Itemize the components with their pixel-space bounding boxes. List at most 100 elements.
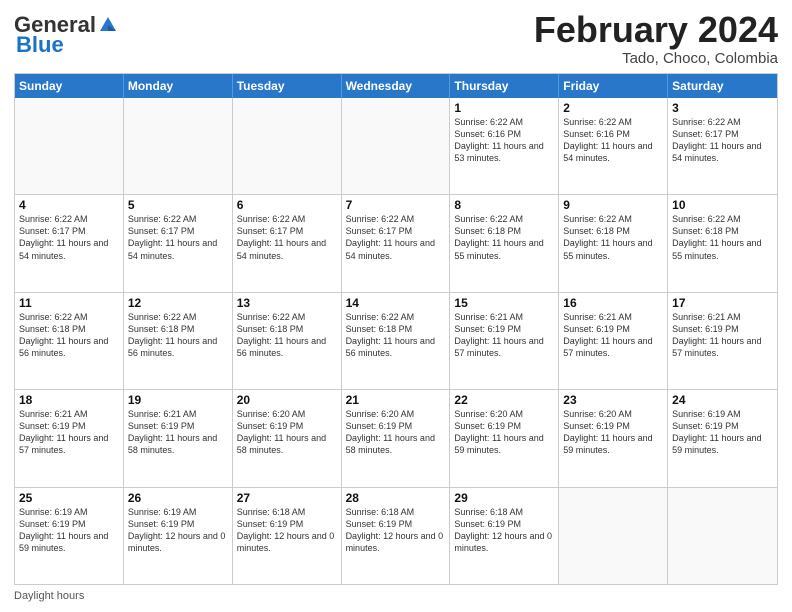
weekday-header: Saturday [668,74,777,98]
calendar-cell: 3Sunrise: 6:22 AM Sunset: 6:17 PM Daylig… [668,98,777,194]
calendar-cell [668,488,777,584]
calendar-cell [559,488,668,584]
calendar-cell: 11Sunrise: 6:22 AM Sunset: 6:18 PM Dayli… [15,293,124,389]
day-info: Sunrise: 6:18 AM Sunset: 6:19 PM Dayligh… [237,506,337,555]
title-area: February 2024 Tado, Choco, Colombia [534,10,778,67]
calendar-cell [342,98,451,194]
weekday-header: Monday [124,74,233,98]
day-info: Sunrise: 6:21 AM Sunset: 6:19 PM Dayligh… [128,408,228,457]
calendar-cell: 10Sunrise: 6:22 AM Sunset: 6:18 PM Dayli… [668,195,777,291]
day-number: 9 [563,198,663,212]
day-info: Sunrise: 6:22 AM Sunset: 6:18 PM Dayligh… [128,311,228,360]
day-number: 7 [346,198,446,212]
calendar-cell: 7Sunrise: 6:22 AM Sunset: 6:17 PM Daylig… [342,195,451,291]
calendar-cell: 16Sunrise: 6:21 AM Sunset: 6:19 PM Dayli… [559,293,668,389]
day-info: Sunrise: 6:20 AM Sunset: 6:19 PM Dayligh… [237,408,337,457]
calendar-cell [233,98,342,194]
calendar-cell: 20Sunrise: 6:20 AM Sunset: 6:19 PM Dayli… [233,390,342,486]
calendar-cell: 29Sunrise: 6:18 AM Sunset: 6:19 PM Dayli… [450,488,559,584]
daylight-label: Daylight hours [14,590,84,602]
logo-blue: Blue [16,34,64,56]
location: Tado, Choco, Colombia [534,50,778,67]
calendar-row: 4Sunrise: 6:22 AM Sunset: 6:17 PM Daylig… [15,194,777,291]
day-number: 10 [672,198,773,212]
calendar: SundayMondayTuesdayWednesdayThursdayFrid… [14,73,778,585]
day-number: 24 [672,393,773,407]
calendar-cell: 4Sunrise: 6:22 AM Sunset: 6:17 PM Daylig… [15,195,124,291]
calendar-cell: 23Sunrise: 6:20 AM Sunset: 6:19 PM Dayli… [559,390,668,486]
month-title: February 2024 [534,10,778,50]
calendar-cell: 13Sunrise: 6:22 AM Sunset: 6:18 PM Dayli… [233,293,342,389]
day-number: 13 [237,296,337,310]
day-info: Sunrise: 6:20 AM Sunset: 6:19 PM Dayligh… [454,408,554,457]
day-info: Sunrise: 6:22 AM Sunset: 6:17 PM Dayligh… [128,213,228,262]
calendar-cell: 18Sunrise: 6:21 AM Sunset: 6:19 PM Dayli… [15,390,124,486]
calendar-header: SundayMondayTuesdayWednesdayThursdayFrid… [15,74,777,98]
day-info: Sunrise: 6:22 AM Sunset: 6:18 PM Dayligh… [454,213,554,262]
day-number: 16 [563,296,663,310]
day-number: 19 [128,393,228,407]
calendar-cell [15,98,124,194]
calendar-cell: 21Sunrise: 6:20 AM Sunset: 6:19 PM Dayli… [342,390,451,486]
day-info: Sunrise: 6:19 AM Sunset: 6:19 PM Dayligh… [672,408,773,457]
day-info: Sunrise: 6:18 AM Sunset: 6:19 PM Dayligh… [454,506,554,555]
day-info: Sunrise: 6:21 AM Sunset: 6:19 PM Dayligh… [19,408,119,457]
day-info: Sunrise: 6:21 AM Sunset: 6:19 PM Dayligh… [563,311,663,360]
calendar-cell: 28Sunrise: 6:18 AM Sunset: 6:19 PM Dayli… [342,488,451,584]
calendar-cell [124,98,233,194]
calendar-cell: 24Sunrise: 6:19 AM Sunset: 6:19 PM Dayli… [668,390,777,486]
calendar-cell: 12Sunrise: 6:22 AM Sunset: 6:18 PM Dayli… [124,293,233,389]
weekday-header: Tuesday [233,74,342,98]
weekday-header: Wednesday [342,74,451,98]
day-number: 3 [672,101,773,115]
day-number: 18 [19,393,119,407]
calendar-cell: 5Sunrise: 6:22 AM Sunset: 6:17 PM Daylig… [124,195,233,291]
calendar-cell: 25Sunrise: 6:19 AM Sunset: 6:19 PM Dayli… [15,488,124,584]
day-info: Sunrise: 6:19 AM Sunset: 6:19 PM Dayligh… [128,506,228,555]
day-info: Sunrise: 6:22 AM Sunset: 6:17 PM Dayligh… [19,213,119,262]
calendar-cell: 9Sunrise: 6:22 AM Sunset: 6:18 PM Daylig… [559,195,668,291]
day-info: Sunrise: 6:22 AM Sunset: 6:17 PM Dayligh… [237,213,337,262]
day-info: Sunrise: 6:22 AM Sunset: 6:18 PM Dayligh… [563,213,663,262]
calendar-cell: 8Sunrise: 6:22 AM Sunset: 6:18 PM Daylig… [450,195,559,291]
day-number: 12 [128,296,228,310]
calendar-row: 11Sunrise: 6:22 AM Sunset: 6:18 PM Dayli… [15,292,777,389]
day-number: 2 [563,101,663,115]
calendar-cell: 6Sunrise: 6:22 AM Sunset: 6:17 PM Daylig… [233,195,342,291]
day-info: Sunrise: 6:20 AM Sunset: 6:19 PM Dayligh… [563,408,663,457]
weekday-header: Thursday [450,74,559,98]
calendar-cell: 14Sunrise: 6:22 AM Sunset: 6:18 PM Dayli… [342,293,451,389]
day-number: 26 [128,491,228,505]
weekday-header: Sunday [15,74,124,98]
logo: General Blue [14,14,118,56]
day-number: 20 [237,393,337,407]
footer: Daylight hours [14,590,778,602]
day-number: 8 [454,198,554,212]
day-info: Sunrise: 6:21 AM Sunset: 6:19 PM Dayligh… [672,311,773,360]
day-number: 5 [128,198,228,212]
calendar-row: 18Sunrise: 6:21 AM Sunset: 6:19 PM Dayli… [15,389,777,486]
page: General Blue February 2024 Tado, Choco, … [0,0,792,612]
day-info: Sunrise: 6:22 AM Sunset: 6:17 PM Dayligh… [672,116,773,165]
day-number: 29 [454,491,554,505]
day-number: 17 [672,296,773,310]
day-number: 23 [563,393,663,407]
calendar-row: 25Sunrise: 6:19 AM Sunset: 6:19 PM Dayli… [15,487,777,584]
header: General Blue February 2024 Tado, Choco, … [14,10,778,67]
calendar-cell: 26Sunrise: 6:19 AM Sunset: 6:19 PM Dayli… [124,488,233,584]
day-number: 1 [454,101,554,115]
calendar-cell: 17Sunrise: 6:21 AM Sunset: 6:19 PM Dayli… [668,293,777,389]
day-number: 25 [19,491,119,505]
day-info: Sunrise: 6:22 AM Sunset: 6:18 PM Dayligh… [346,311,446,360]
day-number: 14 [346,296,446,310]
day-info: Sunrise: 6:20 AM Sunset: 6:19 PM Dayligh… [346,408,446,457]
day-info: Sunrise: 6:22 AM Sunset: 6:18 PM Dayligh… [672,213,773,262]
day-info: Sunrise: 6:22 AM Sunset: 6:18 PM Dayligh… [19,311,119,360]
logo-icon [98,15,118,33]
day-number: 28 [346,491,446,505]
calendar-cell: 19Sunrise: 6:21 AM Sunset: 6:19 PM Dayli… [124,390,233,486]
day-number: 15 [454,296,554,310]
calendar-cell: 2Sunrise: 6:22 AM Sunset: 6:16 PM Daylig… [559,98,668,194]
day-info: Sunrise: 6:19 AM Sunset: 6:19 PM Dayligh… [19,506,119,555]
calendar-cell: 1Sunrise: 6:22 AM Sunset: 6:16 PM Daylig… [450,98,559,194]
